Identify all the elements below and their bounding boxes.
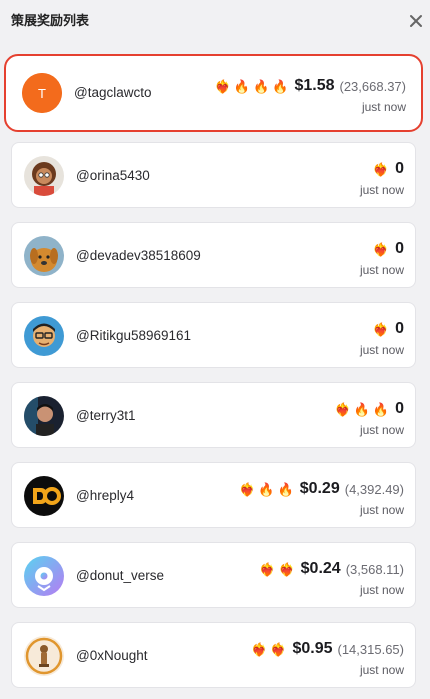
fire-icon: 🔥 (258, 481, 275, 497)
reward-amount: $0.24 (300, 560, 341, 577)
avatar (24, 156, 64, 196)
list-item[interactable]: @devadev38518609 ❤️‍🔥 0 just now (11, 222, 416, 288)
fire-heart-icon: ❤️‍🔥 (372, 161, 390, 177)
reward-info: ❤️‍🔥 ❤️‍🔥 $0.24 (3,568.11) (259, 559, 404, 579)
list-item[interactable]: T @tagclawcto ❤️‍🔥 🔥 🔥 🔥 $1.58 (23,668.3… (4, 54, 423, 132)
user-handle[interactable]: @hreply4 (76, 488, 134, 503)
timestamp: just now (361, 100, 406, 114)
avatar (24, 316, 64, 356)
list-item[interactable]: @Ritikgu58969161 ❤️‍🔥 0 just now (11, 302, 416, 368)
user-handle[interactable]: @0xNought (76, 648, 148, 663)
avatar (24, 236, 64, 276)
reward-info: ❤️‍🔥 ❤️‍🔥 $0.95 (14,315.65) (251, 639, 404, 659)
fire-heart-icon: ❤️‍🔥 (251, 641, 268, 657)
avatar (24, 556, 64, 596)
reward-amount: $0.29 (299, 480, 340, 497)
list-item[interactable]: @terry3t1 ❤️‍🔥 🔥 🔥 0 just now (11, 382, 416, 448)
avatar (24, 476, 64, 516)
fire-icon: 🔥 (372, 401, 390, 417)
timestamp: just now (359, 423, 404, 437)
fire-heart-icon: ❤️‍🔥 (270, 641, 287, 657)
timestamp: just now (359, 503, 404, 517)
user-handle[interactable]: @tagclawcto (74, 85, 152, 100)
timestamp: just now (359, 183, 404, 197)
avatar (24, 636, 64, 676)
avatar (24, 396, 64, 436)
reward-amount: $1.58 (294, 77, 335, 94)
reward-token-amount: (3,568.11) (345, 561, 404, 577)
reward-amount: 0 (395, 320, 404, 337)
timestamp: just now (359, 663, 404, 677)
fire-heart-icon: ❤️‍🔥 (259, 561, 276, 577)
reward-info: ❤️‍🔥 0 (373, 319, 404, 339)
user-handle[interactable]: @donut_verse (76, 568, 164, 583)
reward-token-amount: (14,315.65) (337, 641, 405, 657)
reward-amount: 0 (395, 400, 404, 417)
fire-heart-icon: ❤️‍🔥 (372, 321, 390, 337)
user-handle[interactable]: @devadev38518609 (76, 248, 201, 263)
user-handle[interactable]: @terry3t1 (76, 408, 135, 423)
list-item[interactable]: @donut_verse ❤️‍🔥 ❤️‍🔥 $0.24 (3,568.11) … (11, 542, 416, 608)
reward-token-amount: (4,392.49) (344, 481, 404, 497)
reward-amount: 0 (395, 240, 404, 257)
reward-token-amount: (23,668.37) (339, 78, 407, 94)
fire-heart-icon: ❤️‍🔥 (214, 78, 231, 94)
fire-heart-icon: ❤️‍🔥 (372, 241, 390, 257)
user-handle[interactable]: @Ritikgu58969161 (76, 328, 191, 343)
avatar-initial: T (38, 86, 46, 101)
fire-icon: 🔥 (253, 78, 270, 94)
reward-amount: 0 (395, 160, 404, 177)
timestamp: just now (359, 263, 404, 277)
avatar: T (22, 73, 62, 113)
timestamp: just now (359, 583, 404, 597)
fire-heart-icon: ❤️‍🔥 (239, 481, 256, 497)
fire-icon: 🔥 (277, 481, 294, 497)
fire-heart-icon: ❤️‍🔥 (334, 401, 351, 417)
list-item[interactable]: @0xNought ❤️‍🔥 ❤️‍🔥 $0.95 (14,315.65) ju… (11, 622, 416, 688)
curation-reward-list: T @tagclawcto ❤️‍🔥 🔥 🔥 🔥 $1.58 (23,668.3… (0, 0, 430, 699)
fire-icon: 🔥 (272, 78, 289, 94)
list-item[interactable]: @orina5430 ❤️‍🔥 0 just now (11, 142, 416, 208)
user-handle[interactable]: @orina5430 (76, 168, 150, 183)
reward-info: ❤️‍🔥 0 (373, 239, 404, 259)
fire-icon: 🔥 (233, 78, 251, 94)
reward-info: ❤️‍🔥 0 (373, 159, 404, 179)
fire-icon: 🔥 (353, 401, 370, 417)
reward-info: ❤️‍🔥 🔥 🔥 $0.29 (4,392.49) (239, 479, 404, 499)
reward-info: ❤️‍🔥 🔥 🔥 0 (335, 399, 404, 419)
list-item[interactable]: @hreply4 ❤️‍🔥 🔥 🔥 $0.29 (4,392.49) just … (11, 462, 416, 528)
fire-heart-icon: ❤️‍🔥 (278, 561, 295, 577)
timestamp: just now (359, 343, 404, 357)
reward-amount: $0.95 (292, 640, 333, 657)
reward-info: ❤️‍🔥 🔥 🔥 🔥 $1.58 (23,668.37) (215, 76, 406, 96)
